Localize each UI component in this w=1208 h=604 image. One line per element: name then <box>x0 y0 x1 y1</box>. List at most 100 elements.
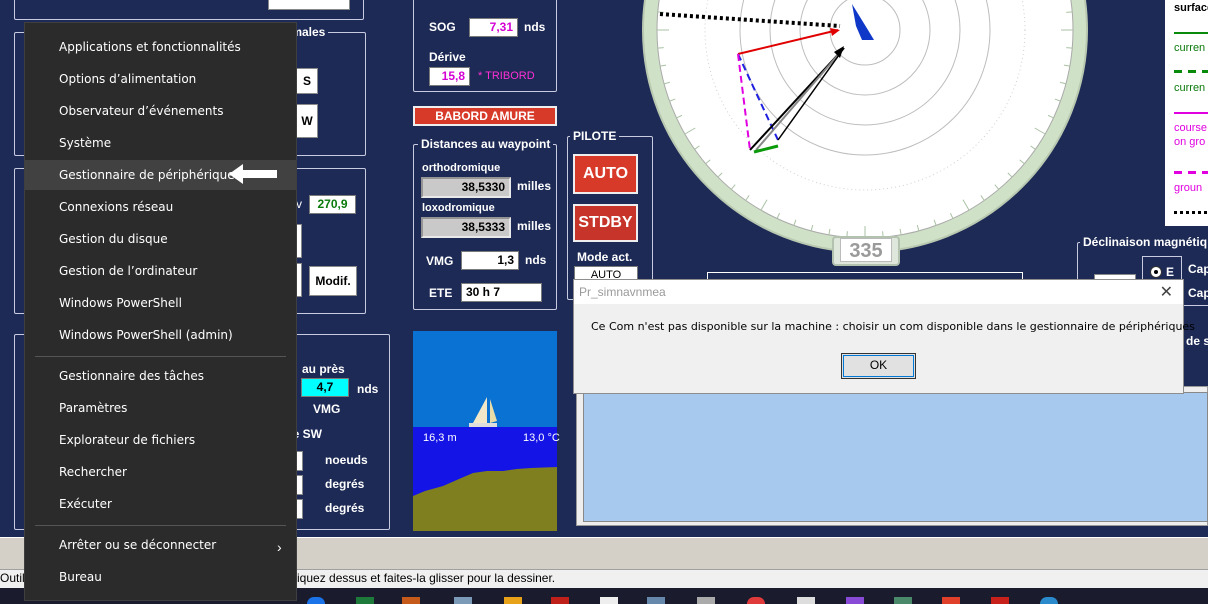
taskbar-app-10-icon[interactable] <box>747 597 765 604</box>
aupres-label: au près <box>302 362 345 376</box>
screen: imales S W v 270,9 Modif. ce SW au près … <box>0 0 1208 604</box>
depth-view <box>413 331 557 531</box>
de-s-label: de s <box>1186 334 1208 348</box>
wp-vmg-unit: nds <box>525 253 547 267</box>
legend-panel: surface curren curren course on gro grou… <box>1165 0 1208 226</box>
menu-item[interactable]: Gestionnaire des tâches <box>25 361 296 391</box>
pointer-arrow-icon <box>229 164 277 184</box>
taskbar-app-1-icon[interactable] <box>307 597 325 604</box>
menu-item[interactable]: Arrêter ou se déconnecter <box>25 530 296 560</box>
menu-item[interactable]: Observateur d’événements <box>25 96 296 126</box>
taskbar-app-15-icon[interactable] <box>991 597 1009 604</box>
menu-item[interactable]: Gestion de l’ordinateur <box>25 256 296 286</box>
w-button[interactable]: W <box>296 104 318 138</box>
temp-label: 13,0 °C <box>523 432 560 444</box>
menu-item[interactable]: Paramètres <box>25 393 296 423</box>
loxo-value: 38,5333 <box>421 217 511 238</box>
legend-surface: surface <box>1174 2 1208 14</box>
legend-line-dotted <box>1174 211 1208 214</box>
menu-item[interactable]: Windows PowerShell <box>25 288 296 318</box>
aupres-value: 4,7 <box>301 378 349 397</box>
loxo-unit: milles <box>517 219 552 233</box>
winx-context-menu: Applications et fonctionnalités Options d… <box>24 22 297 601</box>
taskbar-app-8-icon[interactable] <box>647 597 665 604</box>
pilote-title: PILOTE <box>570 129 620 143</box>
derive-value: 15,8 <box>429 67 470 86</box>
auto-button[interactable]: AUTO <box>573 154 638 194</box>
legend-line-current-2 <box>1174 70 1208 73</box>
aupres-unit: nds <box>357 382 379 396</box>
s-button[interactable]: S <box>296 68 318 94</box>
menu-item[interactable]: Explorateur de fichiers <box>25 425 296 455</box>
sog-unit: nds <box>524 20 546 34</box>
menu-item[interactable]: Windows PowerShell (admin) <box>25 320 296 350</box>
sog-value: 7,31 <box>469 18 518 37</box>
top-left-button[interactable] <box>268 0 350 10</box>
mode-label: Mode act. <box>577 250 633 264</box>
menu-item[interactable]: Rechercher <box>25 457 296 487</box>
taskbar-app-3-icon[interactable] <box>402 597 420 604</box>
babord-amure-indicator: BABORD AMURE <box>413 106 557 126</box>
heading-field[interactable]: 270,9 <box>309 195 356 214</box>
taskbar-excel-icon[interactable] <box>356 597 374 604</box>
status-text: iquez dessus et faites-la glisser pour l… <box>297 571 556 585</box>
taskbar-vs-icon[interactable] <box>846 597 864 604</box>
legend-current-2: curren <box>1174 82 1206 94</box>
ortho-unit: milles <box>517 179 552 193</box>
taskbar-app-14-icon[interactable] <box>942 597 960 604</box>
status-left: Outil <box>0 571 25 585</box>
modif-button[interactable]: Modif. <box>309 266 357 296</box>
taskbar-app-16-icon[interactable] <box>1040 597 1058 604</box>
derive-label: Dérive <box>429 50 466 64</box>
taskbar-app-11-icon[interactable] <box>797 597 815 604</box>
ete-value: 30 h 7 <box>461 283 542 302</box>
wp-vmg-value: 1,3 <box>461 251 519 270</box>
menu-item[interactable]: Bureau <box>25 562 296 592</box>
ete-label: ETE <box>429 286 453 300</box>
error-dialog: Pr_simnavnmea ✕ Ce Com n'est pas disponi… <box>573 279 1195 394</box>
taskbar-app-13-icon[interactable] <box>894 597 912 604</box>
radio-e-dot <box>1154 270 1158 274</box>
legend-course: course <box>1174 122 1208 134</box>
taskbar-app-6-icon[interactable] <box>551 597 569 604</box>
menu-separator-1 <box>35 356 286 357</box>
taskbar-app-5-icon[interactable] <box>504 597 522 604</box>
menu-item[interactable]: Connexions réseau <box>25 192 296 222</box>
menu-item[interactable]: Applications et fonctionnalités <box>25 32 296 62</box>
taskbar-app-9-icon[interactable] <box>697 597 715 604</box>
depth-label: 16,3 m <box>423 432 457 444</box>
menu-item[interactable]: Gestion du disque <box>25 224 296 254</box>
radio-e-label: E <box>1166 265 1175 279</box>
compass-tick <box>1066 47 1073 49</box>
legend-current-1: curren <box>1174 42 1206 54</box>
aupres-vmg-label: VMG <box>313 402 341 416</box>
menu-item[interactable]: Système <box>25 128 296 158</box>
stdby-button[interactable]: STDBY <box>573 204 638 242</box>
compass-tick <box>657 47 664 49</box>
waypoint-title: Distances au waypoint <box>418 137 554 151</box>
legend-on-ground: on gro <box>1174 136 1206 148</box>
sog-label: SOG <box>429 20 456 34</box>
legend-line-ground <box>1174 171 1208 174</box>
ortho-value: 38,5330 <box>421 177 511 198</box>
chart-area[interactable] <box>583 392 1208 522</box>
menu-item[interactable]: Options d’alimentation <box>25 64 296 94</box>
wp-vmg-label: VMG <box>426 254 454 268</box>
ok-button[interactable]: OK <box>841 353 916 379</box>
close-icon[interactable]: ✕ <box>1160 282 1173 302</box>
unit-degres-1: degrés <box>325 477 365 491</box>
taskbar-app-4-icon[interactable] <box>454 597 472 604</box>
declinaison-title: Déclinaison magnétiq <box>1080 235 1208 249</box>
ortho-label: orthodromique <box>422 162 501 174</box>
menu-item[interactable]: Exécuter <box>25 489 296 519</box>
compass-tick <box>1066 11 1073 13</box>
unit-noeuds: noeuds <box>325 453 368 467</box>
cap-label-1: Cap <box>1188 262 1208 276</box>
unit-degres-2: degrés <box>325 501 365 515</box>
derive-side: * TRIBORD <box>478 70 535 82</box>
cap-label-2: Cap <box>1188 286 1208 300</box>
dialog-title: Pr_simnavnmea <box>574 280 1183 304</box>
compass-rose <box>642 0 1088 253</box>
submenu-chevron-icon: › <box>277 539 282 555</box>
taskbar-app-7-icon[interactable] <box>600 597 618 604</box>
